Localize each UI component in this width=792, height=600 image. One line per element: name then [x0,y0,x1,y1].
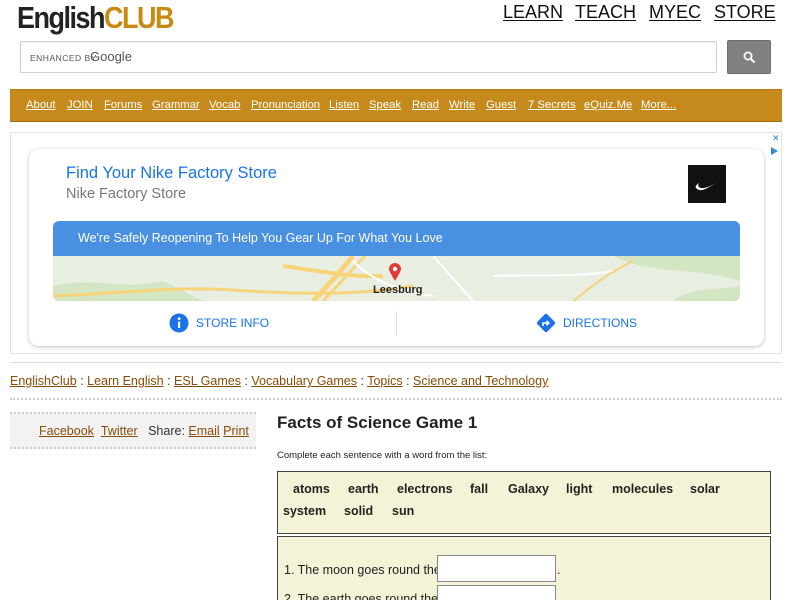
word-item: solid [344,504,374,518]
directions-button[interactable]: DIRECTIONS [563,316,637,330]
topnav-store[interactable]: STORE [714,2,776,23]
ad-subtitle: Nike Factory Store [66,186,187,202]
share-print-link[interactable]: Print [223,424,249,438]
menu-more[interactable]: More... [641,99,676,111]
menu-equiz-me[interactable]: eQuiz.Me [584,99,632,111]
question-text: 1. The moon goes round the [284,563,441,577]
topnav-teach[interactable]: TEACH [575,2,636,23]
info-icon[interactable] [169,313,189,333]
breadcrumb-vocabulary-games[interactable]: Vocabulary Games [251,374,357,388]
breadcrumb-science-and-technology[interactable]: Science and Technology [413,374,548,388]
topnav-learn[interactable]: LEARN [503,2,563,23]
share-email-link[interactable]: Email [188,424,219,438]
menu-guest[interactable]: Guest [486,99,516,111]
menu-join[interactable]: JOIN [67,99,93,111]
menu-about[interactable]: About [26,99,56,111]
answer-input-2[interactable] [437,585,556,600]
google-label: Google [90,49,132,64]
word-item: atoms [293,482,330,496]
breadcrumb-esl-games[interactable]: ESL Games [174,374,241,388]
breadcrumb-separator: : [402,374,414,388]
breadcrumb: EnglishClub : Learn English : ESL Games … [10,374,548,388]
ad-banner[interactable]: We're Safely Reopening To Help You Gear … [53,221,740,256]
word-item: sun [392,504,415,518]
breadcrumb-learn-english[interactable]: Learn English [87,374,163,388]
divider [10,362,782,363]
menu-pronunciation[interactable]: Pronunciation [251,99,320,111]
share-box: Facebook Twitter Share: Email Print [10,412,256,449]
breadcrumb-separator: : [356,374,368,388]
word-item: system [283,504,327,518]
search-input[interactable]: ENHANCED BY Google [20,41,717,73]
word-item: earth [348,482,379,496]
breadcrumb-separator: : [76,374,88,388]
menu-forums[interactable]: Forums [104,99,142,111]
breadcrumb-separator: : [240,374,252,388]
nike-logo-icon [688,165,726,203]
topnav-myec[interactable]: MYEC [649,2,701,23]
instructions: Complete each sentence with a word from … [277,450,488,461]
breadcrumb-separator: : [163,374,175,388]
store-info-button[interactable]: STORE INFO [196,316,269,330]
breadcrumb-englishclub[interactable]: EnglishClub [10,374,77,388]
word-item: molecules [612,482,674,496]
page-title: Facts of Science Game 1 [277,413,478,432]
search-icon [743,51,756,64]
word-item: Galaxy [508,482,550,496]
ad-action-divider [396,311,397,335]
word-list-box [277,471,771,534]
menu-write[interactable]: Write [449,99,475,111]
answer-input-1[interactable] [437,555,556,582]
directions-icon[interactable] [536,313,556,333]
main-menu-bar: About JOIN Forums Grammar Vocab Pronunci… [10,89,782,122]
breadcrumb-topics[interactable]: Topics [367,374,402,388]
ad-choices-icon[interactable] [771,147,778,155]
ad-close-icon[interactable]: ✕ [772,133,780,144]
word-item: fall [470,482,489,496]
top-navigation: LEARN TEACH MYEC STORE [0,2,792,26]
share-label: Share: [148,424,185,438]
menu-7-secrets[interactable]: 7 Secrets [528,99,576,111]
word-item: light [566,482,593,496]
menu-vocab[interactable]: Vocab [209,99,240,111]
menu-grammar[interactable]: Grammar [152,99,200,111]
share-twitter-link[interactable]: Twitter [101,424,138,438]
menu-read[interactable]: Read [412,99,439,111]
search-button[interactable] [727,40,771,74]
menu-speak[interactable]: Speak [369,99,401,111]
ad-title[interactable]: Find Your Nike Factory Store [66,164,277,183]
question-text: 2. The earth goes round the [284,592,439,600]
word-item: solar [690,482,720,496]
word-item: electrons [397,482,453,496]
map-city-label: Leesburg [373,284,423,296]
ad-map[interactable]: Leesburg [53,256,740,301]
ad-banner-text: We're Safely Reopening To Help You Gear … [78,231,443,245]
dotted-divider [10,398,782,400]
share-facebook-link[interactable]: Facebook [39,424,94,438]
enhanced-by-label: ENHANCED BY [30,53,97,63]
menu-listen[interactable]: Listen [329,99,359,111]
question-end: . [557,563,561,577]
